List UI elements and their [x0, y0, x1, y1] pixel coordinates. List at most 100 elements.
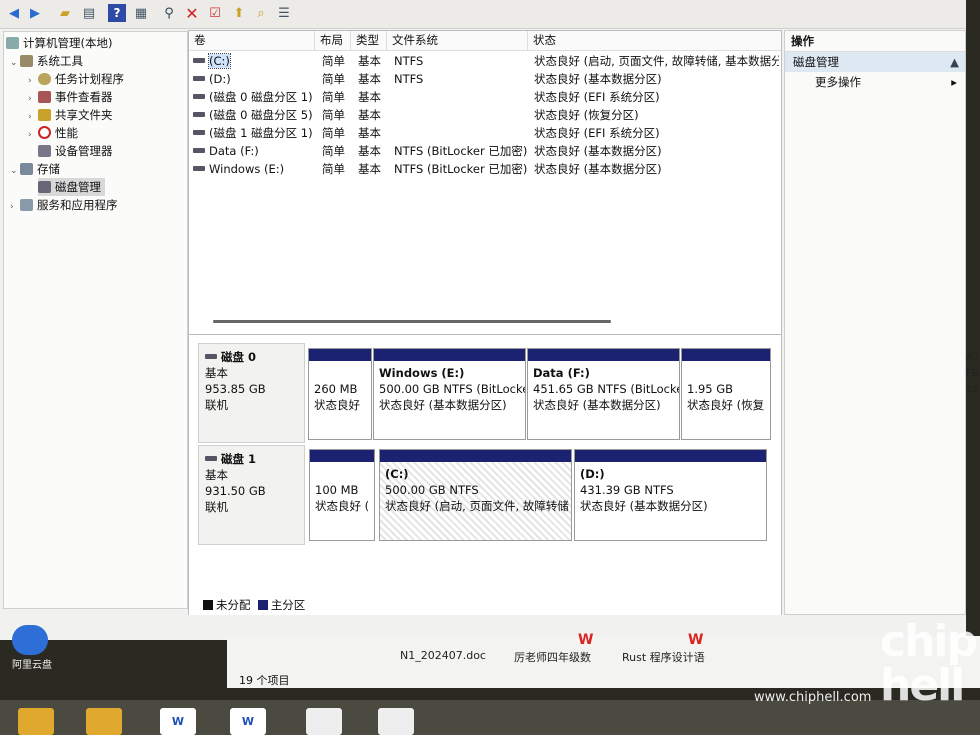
folder-up-icon[interactable]: ▰: [56, 4, 74, 22]
disk1-label[interactable]: 磁盘 1 基本 931.50 GB 联机: [198, 445, 305, 545]
partition-bar: [310, 450, 374, 462]
tree-root[interactable]: 计算机管理(本地): [6, 34, 112, 52]
volume-row[interactable]: Data (F:) 简单 基本 NTFS (BitLocker 已加密) 状态良好 (基…: [189, 142, 781, 160]
collapse-icon[interactable]: ▲: [950, 52, 959, 72]
volume-layout: 简单: [322, 54, 345, 68]
disk1-partition[interactable]: (C:) 500.00 GB NTFS 状态良好 (启动, 页面文件, 故障转储: [379, 449, 572, 541]
volume-icon: [193, 76, 205, 81]
volume-name-label: (磁盘 0 磁盘分区 5): [209, 108, 313, 122]
chevron-right-icon[interactable]: ›: [10, 198, 20, 216]
disk-icon: [205, 456, 217, 461]
tree-system-tools[interactable]: ⌄ 系统工具: [10, 52, 83, 70]
tree-shared-folders-label: 共享文件夹: [55, 108, 113, 122]
disk0-partition[interactable]: 1.95 GB 状态良好 (恢复: [681, 348, 771, 440]
chevron-right-icon[interactable]: ›: [28, 126, 38, 144]
folder-icon[interactable]: [18, 708, 54, 735]
volume-fs: NTFS (BitLocker 已加密): [394, 144, 528, 158]
disk0-name: 磁盘 0: [221, 350, 257, 364]
delete-icon[interactable]: ✕: [183, 4, 201, 23]
volume-icon: [193, 58, 205, 63]
volume-row[interactable]: (磁盘 0 磁盘分区 5) 简单 基本 状态良好 (恢复分区): [189, 106, 781, 124]
search-icon[interactable]: ⌕: [252, 4, 270, 22]
file-item[interactable]: 厉老师四年级数: [514, 649, 591, 665]
document-icon[interactable]: [378, 708, 414, 735]
storage-icon: [20, 163, 33, 175]
help-icon[interactable]: ?: [108, 4, 126, 22]
tree-task-scheduler[interactable]: › 任务计划程序: [28, 70, 124, 88]
chevron-down-icon[interactable]: ⌄: [10, 54, 20, 72]
volume-layout: 简单: [322, 72, 345, 86]
tree-shared-folders[interactable]: › 共享文件夹: [28, 106, 113, 124]
forward-icon[interactable]: ▶: [26, 4, 44, 22]
partition-line2: 状态良好 (基本数据分区): [580, 499, 708, 513]
partition-line1: 451.65 GB NTFS (BitLocke: [533, 382, 679, 396]
word-doc-icon[interactable]: W: [230, 708, 266, 735]
tree-disk-management[interactable]: 磁盘管理: [38, 178, 105, 196]
col-filesystem[interactable]: 文件系统: [387, 31, 528, 50]
volume-name: Windows (E:): [193, 160, 313, 178]
disk0-label[interactable]: 磁盘 0 基本 953.85 GB 联机: [198, 343, 305, 443]
volume-status: 状态良好 (基本数据分区): [534, 72, 662, 86]
col-status[interactable]: 状态: [528, 31, 781, 50]
file-item[interactable]: N1_202407.doc: [400, 649, 486, 662]
tree-device-manager-label: 设备管理器: [55, 144, 113, 158]
disk-graphical-view: 磁盘 0 基本 953.85 GB 联机 260 MB 状态良好 Windows (…: [189, 334, 781, 615]
tree-performance-label: 性能: [55, 126, 78, 140]
disk1-partition[interactable]: (D:) 431.39 GB NTFS 状态良好 (基本数据分区): [574, 449, 767, 541]
col-volume[interactable]: 卷: [189, 31, 315, 50]
volume-type: 基本: [358, 126, 381, 140]
tools-icon: [20, 55, 33, 67]
partition-info: Data (F:) 451.65 GB NTFS (BitLocke 状态良好 (基…: [528, 361, 679, 439]
main-pane: 卷 布局 类型 文件系统 状态 (C:) 简单 基本 NTFS 状态良好 (启动, 页面…: [188, 30, 782, 615]
properties-icon[interactable]: ▦: [132, 4, 150, 22]
disk1-partition[interactable]: 100 MB 状态良好 (: [309, 449, 375, 541]
volume-row[interactable]: (C:) 简单 基本 NTFS 状态良好 (启动, 页面文件, 故障转储, 基本数据分: [189, 52, 781, 70]
tree-device-manager[interactable]: 设备管理器: [38, 142, 113, 160]
volume-row[interactable]: (磁盘 0 磁盘分区 1) 简单 基本 状态良好 (EFI 系统分区): [189, 88, 781, 106]
disk0-partition[interactable]: Data (F:) 451.65 GB NTFS (BitLocke 状态良好 (基…: [527, 348, 680, 440]
partition-title: (C:): [385, 467, 409, 481]
back-icon[interactable]: ◀: [5, 4, 23, 22]
chevron-down-icon[interactable]: ⌄: [10, 162, 20, 180]
list-icon[interactable]: ☰: [275, 4, 293, 22]
volume-row[interactable]: Windows (E:) 简单 基本 NTFS (BitLocker 已加密) 状态良好…: [189, 160, 781, 178]
volume-name-label: Data (F:): [209, 144, 259, 158]
disk1-name: 磁盘 1: [221, 452, 257, 466]
tree-event-viewer[interactable]: › 事件查看器: [28, 88, 113, 106]
chevron-right-icon: ▸: [951, 75, 957, 89]
tree-services[interactable]: › 服务和应用程序: [10, 196, 118, 214]
disk1-kind: 基本: [205, 468, 228, 482]
volume-fs: NTFS: [394, 72, 424, 86]
volume-name: (D:): [193, 70, 313, 88]
connect-icon[interactable]: ⚲: [160, 4, 178, 22]
disk-management-icon: [38, 181, 51, 193]
import-icon[interactable]: ⬆: [230, 4, 248, 22]
volume-row[interactable]: (D:) 简单 基本 NTFS 状态良好 (基本数据分区): [189, 70, 781, 88]
more-actions[interactable]: 更多操作 ▸: [785, 72, 965, 92]
check-icon[interactable]: ☑: [206, 4, 224, 22]
horizontal-scrollbar[interactable]: [213, 320, 611, 323]
tree-performance[interactable]: › 性能: [28, 124, 78, 142]
partition-title: (D:): [580, 467, 605, 481]
volume-row[interactable]: (磁盘 1 磁盘分区 1) 简单 基本 状态良好 (EFI 系统分区): [189, 124, 781, 142]
aliyun-label: 阿里云盘: [12, 660, 52, 671]
volume-name-label: (磁盘 0 磁盘分区 1): [209, 90, 313, 104]
disk0-partition[interactable]: 260 MB 状态良好: [308, 348, 372, 440]
computer-management-window: ◀ ▶ ▰ ▤ ? ▦ ⚲ ✕ ☑ ⬆ ⌕ ☰ 计算机管理(本地) ⌄ 系统工具 …: [0, 0, 966, 640]
disk-icon: [205, 354, 217, 359]
view-icon[interactable]: ▤: [80, 4, 98, 22]
file-item[interactable]: Rust 程序设计语: [622, 649, 705, 665]
volume-name-label: (D:): [209, 72, 231, 86]
actions-group-disk-management[interactable]: 磁盘管理 ▲: [785, 52, 965, 72]
col-layout[interactable]: 布局: [315, 31, 351, 50]
document-icon[interactable]: [306, 708, 342, 735]
volume-status: 状态良好 (EFI 系统分区): [534, 126, 660, 140]
col-type[interactable]: 类型: [351, 31, 387, 50]
disk0-partition[interactable]: Windows (E:) 500.00 GB NTFS (BitLocke 状态良好…: [373, 348, 526, 440]
aliyun-icon[interactable]: [12, 625, 48, 655]
folder-icon[interactable]: [86, 708, 122, 735]
volume-type: 基本: [358, 72, 381, 86]
volume-icon: [193, 166, 205, 171]
word-doc-icon[interactable]: W: [160, 708, 196, 735]
tree-storage[interactable]: ⌄ 存储: [10, 160, 60, 178]
